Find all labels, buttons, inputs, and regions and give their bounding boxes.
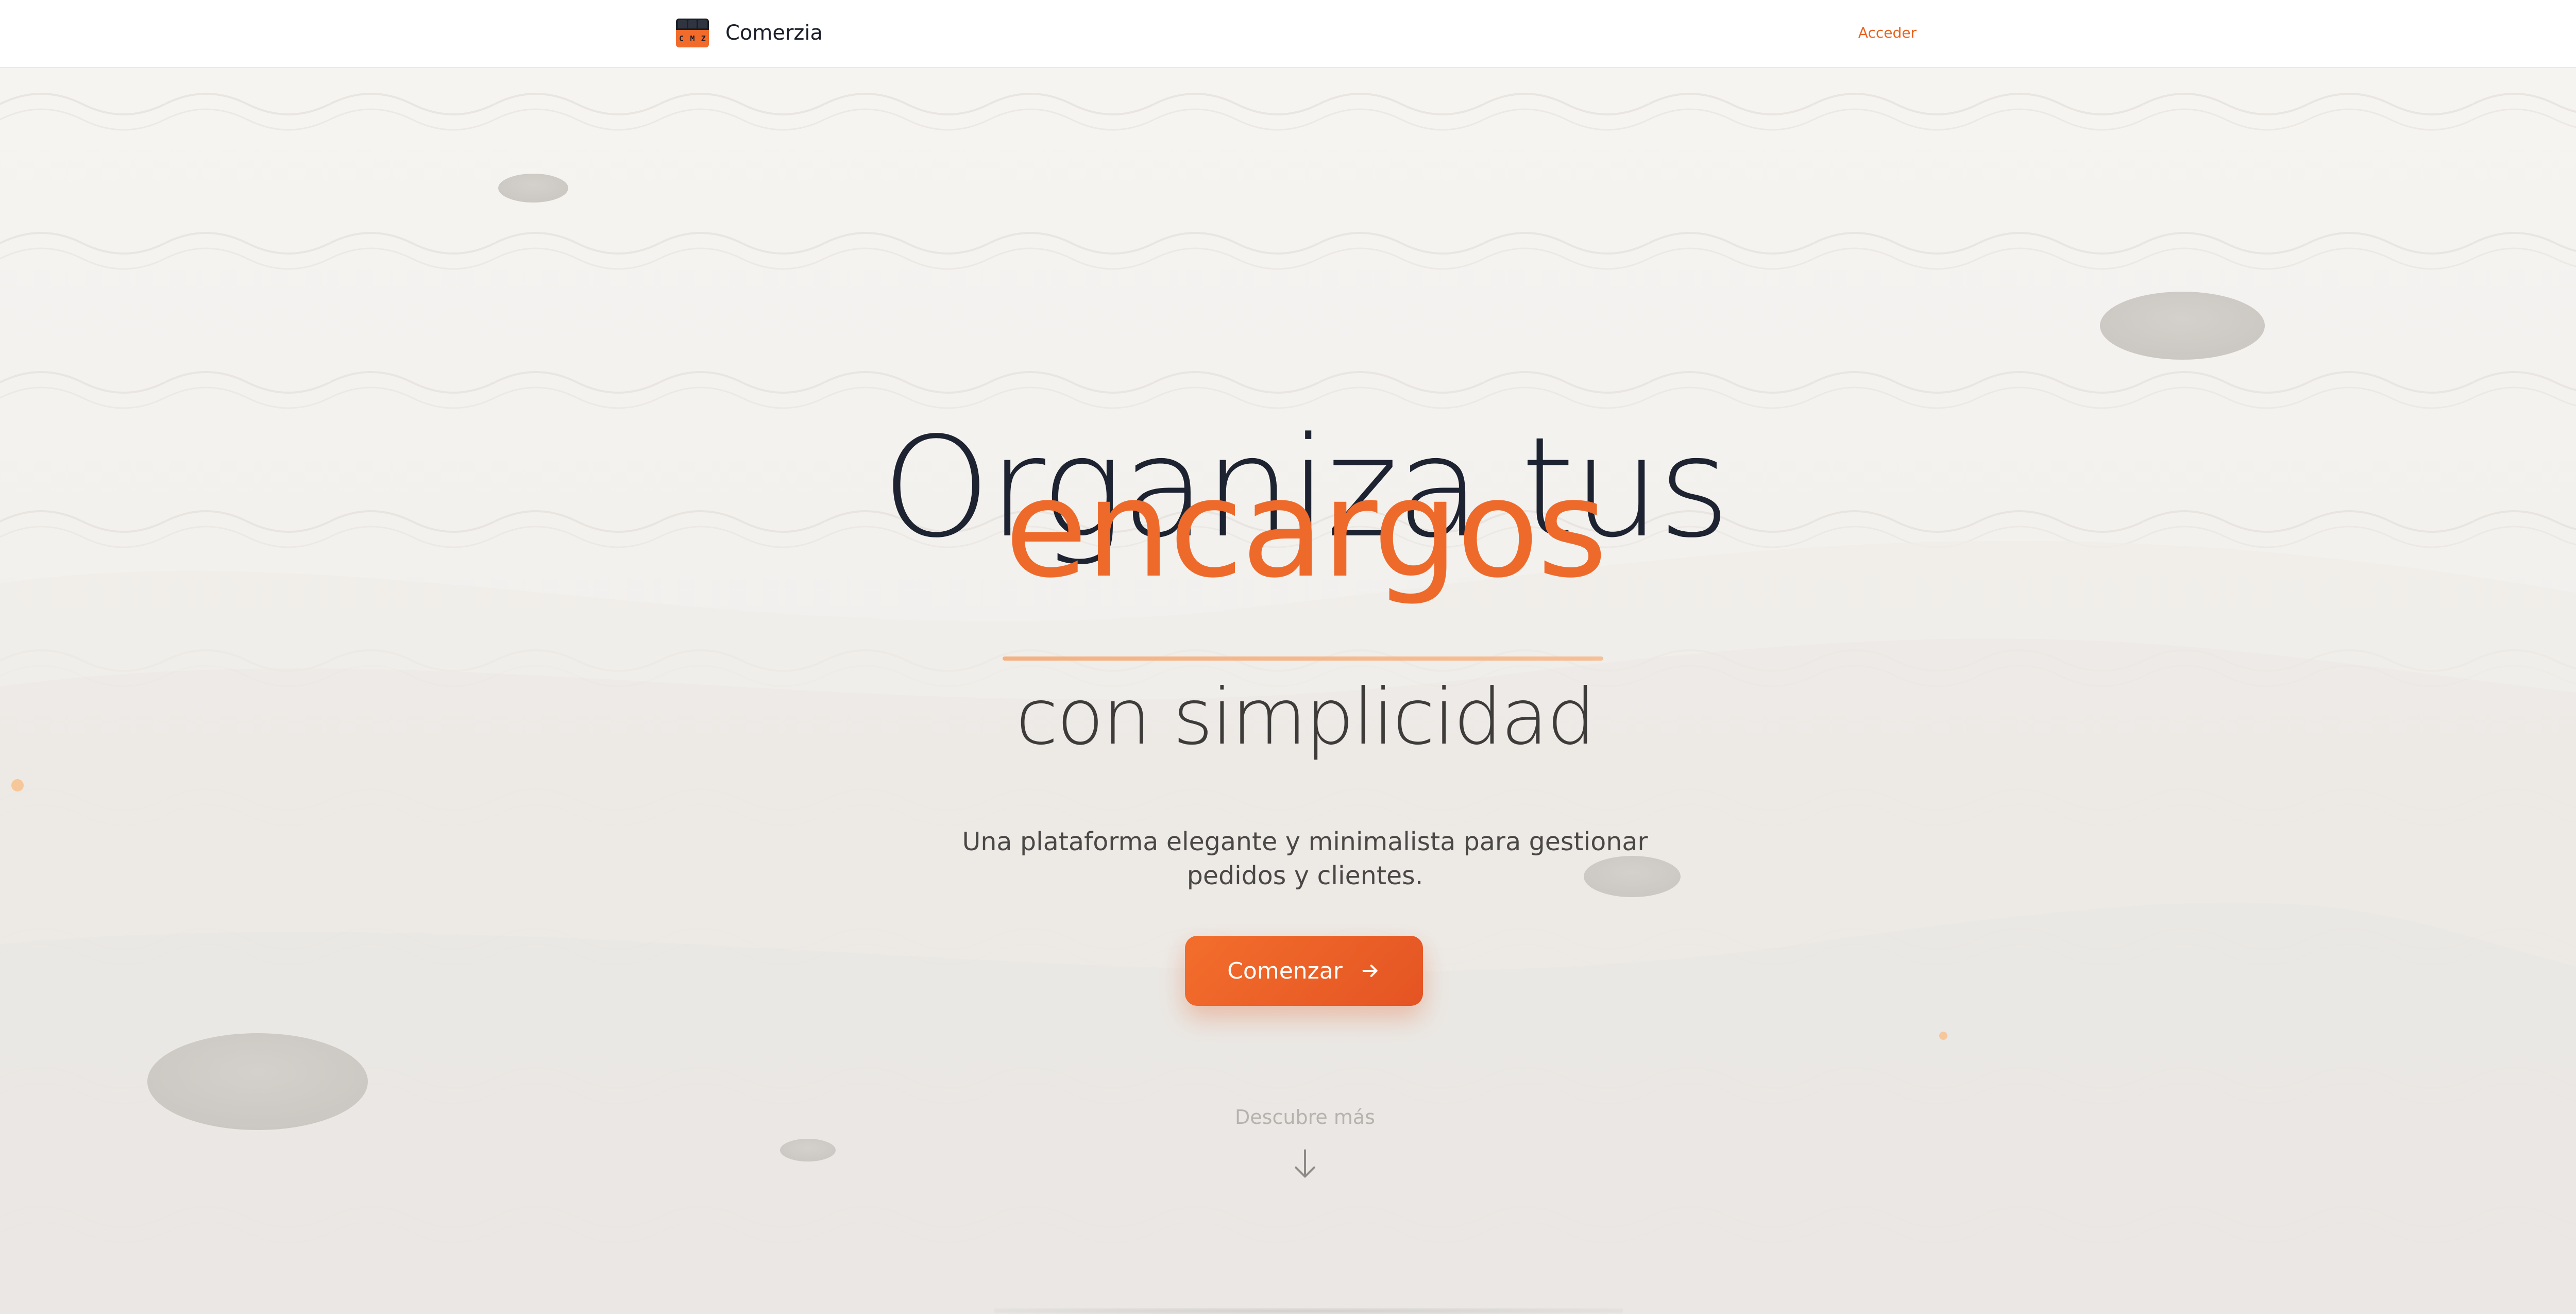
discover-more-label[interactable]: Descubre más xyxy=(0,1105,2576,1130)
navbar: C M Z Comerzia Acceder xyxy=(0,0,2576,68)
decor-blob xyxy=(780,1139,836,1161)
start-button-label: Comenzar xyxy=(1227,957,1343,984)
hero-title-line3: con simplicidad xyxy=(1015,672,1596,762)
decor-blob xyxy=(2100,292,2265,360)
arrow-right-icon xyxy=(1362,965,1378,977)
decor-dot xyxy=(1939,1032,1947,1040)
hero-subtitle: Una plataforma elegante y minimalista pa… xyxy=(962,827,1648,890)
logo-letters: C M Z xyxy=(676,32,709,45)
hero-section: Organiza tus encargos con simplicidad Un… xyxy=(0,68,2576,1314)
decor-dot xyxy=(11,779,24,791)
logo-letter-m: M xyxy=(690,34,695,43)
content-card-edge xyxy=(994,1308,1623,1314)
hero-title-highlight: encargos xyxy=(1004,450,1607,608)
logo-letter-c: C xyxy=(679,34,684,43)
login-link[interactable]: Acceder xyxy=(1803,23,1917,43)
logo-top-strip xyxy=(676,19,709,30)
decor-blob xyxy=(498,174,568,203)
start-button[interactable]: Comenzar xyxy=(1185,936,1423,1006)
arrow-down-icon[interactable] xyxy=(1291,1148,1319,1180)
title-underline xyxy=(1003,656,1603,661)
brand-name[interactable]: Comerzia xyxy=(725,19,823,47)
logo-letter-z: Z xyxy=(701,34,706,43)
cmz-logo-icon[interactable]: C M Z xyxy=(676,19,709,47)
